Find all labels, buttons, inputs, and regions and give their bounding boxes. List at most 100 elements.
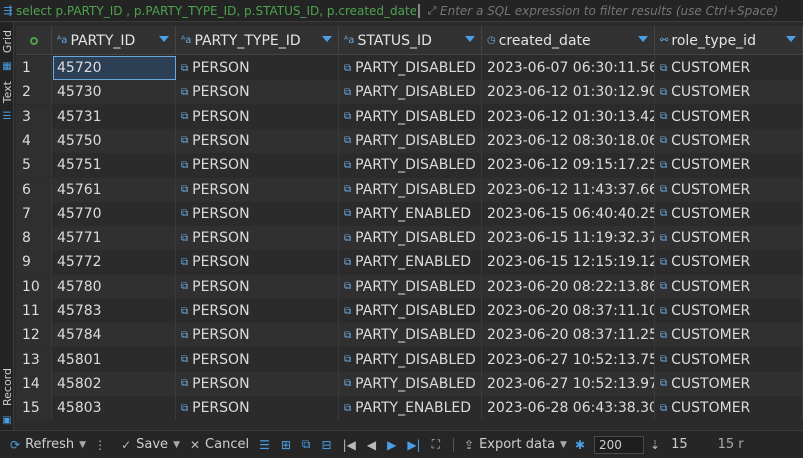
open-link-icon[interactable]: ⧉ xyxy=(344,257,351,268)
cell-role-type-id[interactable]: ⧉ CUSTOMER xyxy=(656,274,803,299)
row-number[interactable]: 11 xyxy=(16,299,52,323)
cell-status-id[interactable]: ⧉ PARTY_DISABLED xyxy=(340,56,482,80)
cell-party-id[interactable]: 45783 xyxy=(53,299,176,323)
table-row[interactable]: 1 45720 ⧉ PERSON ⧉ PARTY_DISABLED 2023-06-07 0… xyxy=(16,56,803,80)
table-row[interactable]: 7 45770 ⧉ PERSON ⧉ PARTY_ENABLED 2023-06-15 06… xyxy=(16,201,803,226)
cell-party-type-id[interactable]: ⧉ PERSON xyxy=(177,56,339,80)
cell-status-id[interactable]: ⧉ PARTY_DISABLED xyxy=(340,323,482,348)
open-link-icon[interactable]: ⧉ xyxy=(181,233,188,244)
cell-role-type-id[interactable]: ⧉ CUSTOMER xyxy=(656,104,803,129)
cell-role-type-id[interactable]: ⧉ CUSTOMER xyxy=(656,226,803,251)
open-link-icon[interactable]: ⧉ xyxy=(344,330,351,341)
open-link-icon[interactable]: ⧉ xyxy=(660,111,667,122)
cell-status-id[interactable]: ⧉ PARTY_DISABLED xyxy=(340,347,482,372)
cell-role-type-id[interactable]: ⧉ CUSTOMER xyxy=(656,323,803,348)
cell-role-type-id[interactable]: ⧉ CUSTOMER xyxy=(656,250,803,275)
row-number[interactable]: 9 xyxy=(16,250,52,275)
cell-status-id[interactable]: ⧉ PARTY_DISABLED xyxy=(340,371,482,396)
cell-party-type-id[interactable]: ⧉ PERSON xyxy=(177,226,339,251)
cell-party-type-id[interactable]: ⧉ PERSON xyxy=(177,128,339,153)
delete-row-icon[interactable]: ⊟ xyxy=(322,438,332,452)
cell-status-id[interactable]: ⧉ PARTY_DISABLED xyxy=(340,128,482,153)
refresh-button[interactable]: ⟳ Refresh ▼ xyxy=(10,437,86,452)
cell-created-date[interactable]: 2023-06-20 08:37:11.257 xyxy=(483,323,655,348)
table-row[interactable]: 5 45751 ⧉ PERSON ⧉ PARTY_DISABLED 2023-06-12 0… xyxy=(16,153,803,178)
open-link-icon[interactable]: ⧉ xyxy=(344,281,351,292)
table-row[interactable]: 9 45772 ⧉ PERSON ⧉ PARTY_ENABLED 2023-06-15 12… xyxy=(16,250,803,275)
cell-party-id[interactable]: 45761 xyxy=(53,177,176,202)
fetch-size-icon[interactable]: ✱ xyxy=(575,438,585,452)
tab-record[interactable]: Record xyxy=(0,362,14,412)
filter-input[interactable] xyxy=(440,3,800,18)
cell-party-type-id[interactable]: ⧉ PERSON xyxy=(177,177,339,202)
first-page-icon[interactable]: |◀ xyxy=(343,438,356,452)
cell-created-date[interactable]: 2023-06-12 11:43:37.666 xyxy=(483,177,655,202)
column-header-status-id[interactable]: ᴬa STATUS_ID xyxy=(340,26,482,55)
open-link-icon[interactable]: ⧉ xyxy=(660,306,667,317)
cell-status-id[interactable]: ⧉ PARTY_DISABLED xyxy=(340,177,482,202)
open-link-icon[interactable]: ⧉ xyxy=(660,184,667,195)
sort-arrow-icon[interactable] xyxy=(638,36,648,42)
open-link-icon[interactable]: ⧉ xyxy=(181,87,188,98)
sort-arrow-icon[interactable] xyxy=(786,36,796,42)
table-row[interactable]: 11 45783 ⧉ PERSON ⧉ PARTY_DISABLED 2023-06-20 … xyxy=(16,299,803,323)
table-row[interactable]: 12 45784 ⧉ PERSON ⧉ PARTY_DISABLED 2023-06-20 … xyxy=(16,323,803,348)
open-link-icon[interactable]: ⧉ xyxy=(344,135,351,146)
cell-status-id[interactable]: ⧉ PARTY_DISABLED xyxy=(340,104,482,129)
cell-party-type-id[interactable]: ⧉ PERSON xyxy=(177,347,339,372)
open-link-icon[interactable]: ⧉ xyxy=(181,135,188,146)
record-icon[interactable]: ▣ xyxy=(0,414,14,426)
open-link-icon[interactable]: ⧉ xyxy=(181,403,188,414)
cell-role-type-id[interactable]: ⧉ CUSTOMER xyxy=(656,177,803,202)
table-row[interactable]: 14 45802 ⧉ PERSON ⧉ PARTY_DISABLED 2023-06-27 … xyxy=(16,371,803,396)
cell-party-id[interactable]: 45731 xyxy=(53,104,176,129)
cell-party-id[interactable]: 45802 xyxy=(53,371,176,396)
open-link-icon[interactable]: ⧉ xyxy=(181,378,188,389)
open-link-icon[interactable]: ⧉ xyxy=(660,403,667,414)
table-row[interactable]: 4 45750 ⧉ PERSON ⧉ PARTY_DISABLED 2023-06-12 0… xyxy=(16,128,803,153)
save-button[interactable]: ✓ Save ▼ xyxy=(121,437,180,452)
cell-party-id[interactable]: 45750 xyxy=(53,128,176,153)
open-link-icon[interactable]: ⧉ xyxy=(344,403,351,414)
tab-grid[interactable]: Grid xyxy=(0,26,14,58)
export-data-button[interactable]: ⇪ Export data ▼ xyxy=(464,437,567,452)
cell-party-type-id[interactable]: ⧉ PERSON xyxy=(177,396,339,421)
cell-role-type-id[interactable]: ⧉ CUSTOMER xyxy=(656,153,803,178)
sort-arrow-icon[interactable] xyxy=(322,36,332,42)
open-link-icon[interactable]: ⧉ xyxy=(660,330,667,341)
chevron-down-icon[interactable]: ▼ xyxy=(79,440,86,450)
open-link-icon[interactable]: ⧉ xyxy=(344,306,351,317)
cell-created-date[interactable]: 2023-06-15 12:15:19.122 xyxy=(483,250,655,275)
cell-status-id[interactable]: ⧉ PARTY_DISABLED xyxy=(340,226,482,251)
cell-role-type-id[interactable]: ⧉ CUSTOMER xyxy=(656,128,803,153)
open-link-icon[interactable]: ⧉ xyxy=(344,208,351,219)
row-number[interactable]: 12 xyxy=(16,323,52,348)
table-row[interactable]: 3 45731 ⧉ PERSON ⧉ PARTY_DISABLED 2023-06-12 0… xyxy=(16,104,803,129)
table-row[interactable]: 10 45780 ⧉ PERSON ⧉ PARTY_DISABLED 2023-06-20 … xyxy=(16,274,803,299)
open-link-icon[interactable]: ⧉ xyxy=(344,184,351,195)
open-link-icon[interactable]: ⧉ xyxy=(181,184,188,195)
sort-arrow-icon[interactable] xyxy=(465,36,475,42)
row-number[interactable]: 5 xyxy=(16,153,52,178)
open-link-icon[interactable]: ⧉ xyxy=(181,63,188,74)
open-link-icon[interactable]: ⧉ xyxy=(344,63,351,74)
cell-role-type-id[interactable]: ⧉ CUSTOMER xyxy=(656,80,803,105)
cell-party-type-id[interactable]: ⧉ PERSON xyxy=(177,250,339,275)
cell-party-id[interactable]: 45730 xyxy=(53,80,176,105)
more-icon[interactable]: ⋮ xyxy=(94,438,106,452)
cell-party-type-id[interactable]: ⧉ PERSON xyxy=(177,201,339,226)
open-link-icon[interactable]: ⧉ xyxy=(181,354,188,365)
open-link-icon[interactable]: ⧉ xyxy=(660,160,667,171)
edit-row-icon[interactable]: ☰ xyxy=(259,438,270,452)
table-row[interactable]: 13 45801 ⧉ PERSON ⧉ PARTY_DISABLED 2023-06-27 … xyxy=(16,347,803,372)
open-link-icon[interactable]: ⧉ xyxy=(660,354,667,365)
cell-party-type-id[interactable]: ⧉ PERSON xyxy=(177,80,339,105)
row-number[interactable]: 3 xyxy=(16,104,52,129)
chevron-down-icon[interactable]: ▼ xyxy=(173,440,180,450)
cell-status-id[interactable]: ⧉ PARTY_ENABLED xyxy=(340,201,482,226)
cell-role-type-id[interactable]: ⧉ CUSTOMER xyxy=(656,299,803,323)
open-link-icon[interactable]: ⧉ xyxy=(181,257,188,268)
cell-status-id[interactable]: ⧉ PARTY_DISABLED xyxy=(340,80,482,105)
last-page-icon[interactable]: ▶| xyxy=(407,438,420,452)
previous-page-icon[interactable]: ◀ xyxy=(367,438,376,452)
